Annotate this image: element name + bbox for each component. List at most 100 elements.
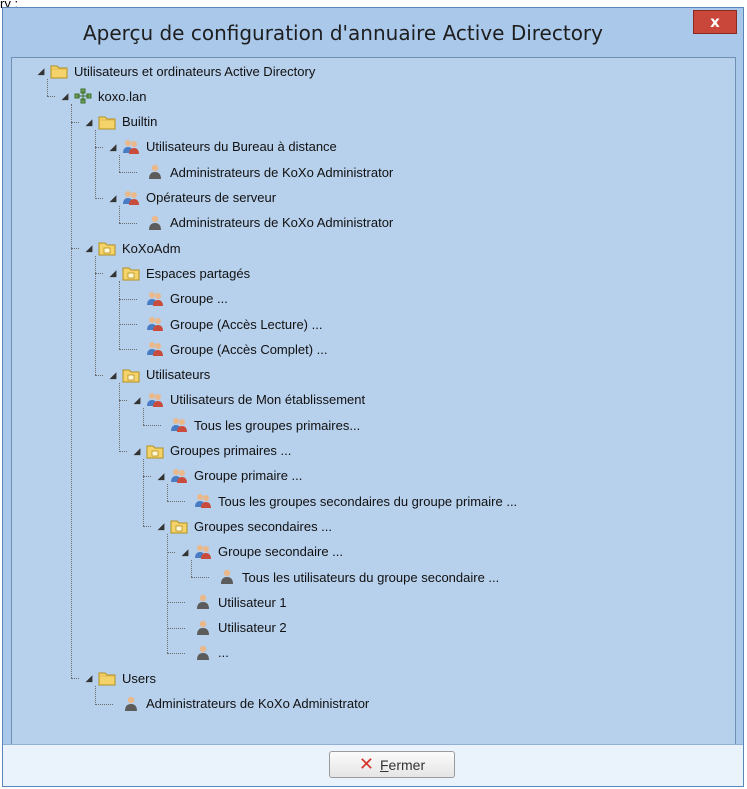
tree-connector bbox=[119, 222, 137, 224]
user-icon bbox=[194, 620, 212, 636]
tree-node-label: Opérateurs de serveur bbox=[146, 190, 277, 205]
tree-connector bbox=[95, 197, 103, 199]
expand-collapse-icon[interactable] bbox=[180, 547, 190, 557]
tree-content: Utilisateurs et ordinateurs Active Direc… bbox=[12, 58, 735, 745]
tree-connector bbox=[119, 450, 127, 452]
tree-node-label: Administrateurs de KoXo Administrator bbox=[170, 215, 394, 231]
tree-node-label: Tous les utilisateurs du groupe secondai… bbox=[242, 569, 500, 585]
tree-node[interactable]: Espaces partagés bbox=[108, 261, 250, 285]
tree-node[interactable]: Groupes secondaires ... bbox=[156, 514, 332, 538]
tree-node-label: Utilisateurs de Mon établissement bbox=[170, 392, 366, 408]
tree-node-label: Groupe primaire ... bbox=[194, 468, 303, 484]
tree-node[interactable]: Utilisateurs du Bureau à distance bbox=[108, 135, 337, 159]
expand-collapse-icon[interactable] bbox=[84, 117, 94, 127]
tree-node[interactable]: Opérateurs de serveur bbox=[108, 186, 276, 210]
tree-connector bbox=[95, 273, 103, 275]
user-icon bbox=[146, 215, 164, 231]
expand-collapse-icon[interactable] bbox=[84, 243, 94, 253]
tree-node[interactable]: Utilisateurs de Mon établissement bbox=[132, 388, 365, 412]
group-icon bbox=[146, 341, 164, 357]
tree-node-label: Groupe ... bbox=[170, 291, 228, 307]
tree-node[interactable]: Administrateurs de KoXo Administrator bbox=[122, 692, 369, 716]
tree-node[interactable]: koxo.lan bbox=[60, 84, 146, 108]
user-icon bbox=[194, 645, 212, 661]
domain-icon bbox=[74, 88, 92, 104]
tree-node-label: Groupes secondaires ... bbox=[194, 518, 333, 534]
expand-collapse-icon[interactable] bbox=[36, 66, 46, 76]
tree-node-label: Administrateurs de KoXo Administrator bbox=[170, 164, 394, 180]
tree-node[interactable]: Groupe secondaire ... bbox=[180, 540, 343, 564]
expand-collapse-icon[interactable] bbox=[132, 446, 142, 456]
tree-node[interactable]: Utilisateurs et ordinateurs Active Direc… bbox=[36, 59, 315, 83]
group-icon bbox=[170, 417, 188, 433]
expand-collapse-icon[interactable] bbox=[108, 142, 118, 152]
fermer-button[interactable]: ✕ Fermer bbox=[329, 751, 455, 778]
expand-collapse-icon[interactable] bbox=[132, 395, 142, 405]
tree-guide-line bbox=[119, 382, 120, 451]
expand-collapse-icon[interactable] bbox=[60, 91, 70, 101]
tree-guide-line bbox=[119, 281, 120, 350]
tree-node-label: Groupes primaires ... bbox=[170, 443, 292, 458]
expand-collapse-icon[interactable] bbox=[156, 521, 166, 531]
tree-node-label: Utilisateur 1 bbox=[218, 594, 287, 610]
tree-node[interactable]: Groupe primaire ... bbox=[156, 464, 302, 488]
group-icon bbox=[122, 139, 140, 155]
tree-node[interactable]: Groupe (Accès Lecture) ... bbox=[146, 312, 322, 336]
fermer-button-label: Fermer bbox=[379, 756, 426, 773]
tree-connector bbox=[71, 121, 79, 123]
tree-connector bbox=[167, 627, 185, 629]
tree-node-label: Utilisateurs bbox=[146, 367, 211, 383]
tree-node[interactable]: Groupe (Accès Complet) ... bbox=[146, 337, 328, 361]
window-title: Aperçu de configuration d'annuaire Activ… bbox=[82, 21, 603, 45]
group-icon bbox=[170, 468, 188, 484]
ou-icon bbox=[146, 443, 164, 459]
tree-node[interactable]: Groupes primaires ... bbox=[132, 439, 291, 463]
tree-connector bbox=[47, 96, 55, 98]
tree-node[interactable]: Groupe ... bbox=[146, 287, 228, 311]
tree-connector bbox=[71, 248, 79, 250]
tree-node-label: Utilisateur 2 bbox=[218, 620, 287, 636]
tree-node[interactable]: Administrateurs de KoXo Administrator bbox=[146, 211, 393, 235]
tree-node[interactable]: Tous les groupes primaires... bbox=[170, 413, 360, 437]
tree-node-label: Administrateurs de KoXo Administrator bbox=[146, 696, 370, 711]
tree-node[interactable]: KoXoAdm bbox=[84, 236, 181, 260]
tree-node[interactable]: Builtin bbox=[84, 110, 157, 134]
tree-node[interactable]: Users bbox=[84, 666, 156, 690]
tree-node-label: Utilisateurs du Bureau à distance bbox=[146, 139, 337, 155]
tree-node-label: Groupe (Accès Lecture) ... bbox=[170, 316, 323, 332]
tree-node[interactable]: Utilisateur 1 bbox=[194, 590, 287, 614]
tree-guide-line bbox=[95, 129, 96, 198]
tree-view[interactable]: Utilisateurs et ordinateurs Active Direc… bbox=[11, 57, 736, 746]
tree-connector bbox=[167, 602, 185, 604]
ou-icon bbox=[122, 265, 140, 281]
ou-icon bbox=[98, 240, 116, 256]
tree-node[interactable]: Utilisateur 2 bbox=[194, 616, 287, 640]
expand-collapse-icon[interactable] bbox=[84, 673, 94, 683]
tree-node-label: Builtin bbox=[122, 114, 158, 130]
tree-node[interactable]: Tous les utilisateurs du groupe secondai… bbox=[218, 565, 499, 589]
user-icon bbox=[146, 164, 164, 180]
tree-connector bbox=[143, 425, 161, 427]
tree-node[interactable]: Tous les groupes secondaires du groupe p… bbox=[194, 489, 517, 513]
group-icon bbox=[146, 291, 164, 307]
tree-connector bbox=[143, 526, 151, 528]
tree-connector bbox=[95, 374, 103, 376]
tree-connector bbox=[119, 172, 137, 174]
tree-node[interactable]: Utilisateurs bbox=[108, 363, 210, 387]
tree-node-label: KoXoAdm bbox=[122, 240, 181, 256]
expand-collapse-icon[interactable] bbox=[156, 471, 166, 481]
tree-connector bbox=[191, 577, 209, 578]
title-bar[interactable]: Aperçu de configuration d'annuaire Activ… bbox=[3, 8, 743, 57]
group-icon bbox=[122, 190, 140, 206]
expand-collapse-icon[interactable] bbox=[108, 370, 118, 380]
close-button[interactable]: x bbox=[693, 10, 737, 34]
tree-node[interactable]: Administrateurs de KoXo Administrator bbox=[146, 160, 393, 184]
expand-collapse-icon[interactable] bbox=[108, 193, 118, 203]
tree-connector bbox=[167, 551, 175, 553]
tree-node-label: Users bbox=[122, 670, 156, 686]
tree-node[interactable]: ... bbox=[194, 641, 229, 665]
tree-guide-line bbox=[71, 104, 72, 679]
expand-collapse-icon[interactable] bbox=[108, 268, 118, 278]
dialog-footer: ✕ Fermer bbox=[3, 744, 743, 786]
ou-icon bbox=[122, 367, 140, 383]
